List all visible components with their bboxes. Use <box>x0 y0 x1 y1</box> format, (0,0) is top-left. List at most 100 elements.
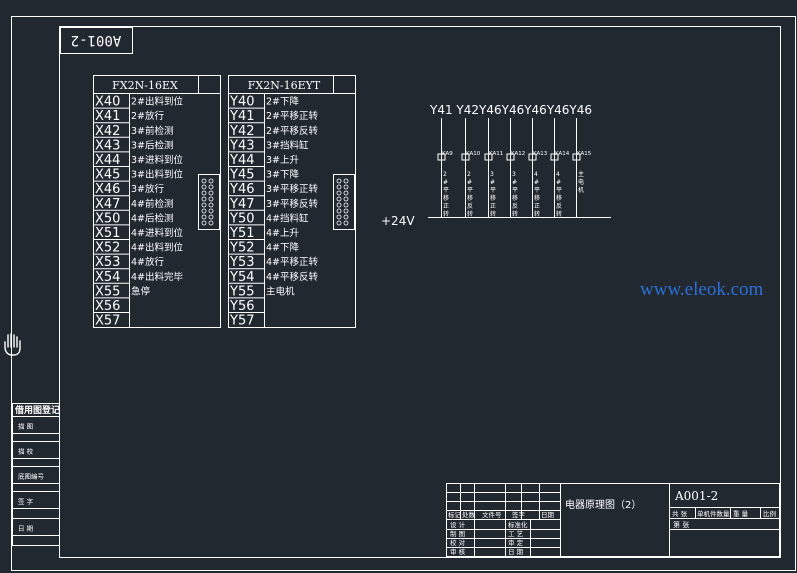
plc1-address: X43 <box>95 138 120 153</box>
plc1-description: 4#出料完毕 <box>131 271 184 283</box>
plc1-address: X55 <box>95 284 120 299</box>
plc1-address: X53 <box>95 255 120 270</box>
revision-header: 文件号 <box>482 510 502 519</box>
plc2-description: 2#下降 <box>266 96 300 108</box>
terminal-pin <box>343 178 349 184</box>
plc2-description: 4#挡料缸 <box>266 212 309 224</box>
plc1-address: X44 <box>95 153 120 168</box>
terminal-pin <box>343 214 349 220</box>
plc2-address: Y56 <box>229 299 254 314</box>
plc2-description: 3#上升 <box>266 155 300 166</box>
supply-voltage-label: +24V <box>381 214 415 228</box>
plc-input-rows: X40 2#出料到位 X41 2#放行 X42 3#前检测 X43 3#后检测 X44 3#进料到… <box>93 95 184 329</box>
rotated-code-text: A001-2 <box>71 32 122 48</box>
relay-description: 2 #平移反转 <box>467 171 473 218</box>
relay-tag: KA11 <box>489 151 503 157</box>
plc2-address: Y57 <box>229 314 254 329</box>
relay-description: 主电机 <box>578 170 584 194</box>
plc-output-terminal-strip <box>333 174 355 230</box>
terminal-pin <box>343 220 349 226</box>
plc-input-terminal-strip <box>198 174 220 230</box>
plc2-address: Y54 <box>229 270 254 285</box>
register-row-label: 日 期 <box>18 525 34 533</box>
revision-header: 标记 <box>448 510 462 519</box>
terminal-pin <box>343 190 349 196</box>
plc1-description: 3#出料到位 <box>131 169 184 181</box>
relay-tag: KA14 <box>555 151 570 157</box>
approval-role-secondary: 审 定 <box>508 538 524 547</box>
terminal-pin <box>208 208 214 214</box>
terminal-pin <box>208 214 214 220</box>
plc1-address: X46 <box>95 182 120 197</box>
relay-tag: KA10 <box>466 151 481 157</box>
plc-module-output: FX2N-16EYT Y40 2#下降 Y41 2#平移正转 Y42 2#平移反转 Y43 3… <box>228 75 356 329</box>
terminal-pin <box>201 220 207 226</box>
plc1-description: 4#出料到位 <box>131 242 184 254</box>
sheet-label: 第 张 <box>673 520 689 529</box>
plc2-description: 主电机 <box>266 285 295 297</box>
approval-role: 审 核 <box>450 547 466 556</box>
terminal-pin <box>336 190 342 196</box>
terminal-pin <box>336 214 342 220</box>
terminal-pin <box>208 190 214 196</box>
plc2-address: Y51 <box>229 226 254 241</box>
relay-tag: KA9 <box>442 151 453 157</box>
plc2-description: 3#平移反转 <box>266 198 319 210</box>
plc1-description: 4#后检测 <box>131 212 174 224</box>
relay-tag: KA12 <box>511 151 525 157</box>
terminal-pin <box>201 190 207 196</box>
plc2-description: 4#平移正转 <box>266 256 319 268</box>
approval-role-secondary: 日 期 <box>508 548 524 556</box>
plc1-address: X51 <box>95 226 120 241</box>
terminal-pin <box>208 220 214 226</box>
terminal-pin <box>336 208 342 214</box>
plc1-description: 3#前检测 <box>131 125 174 137</box>
plc2-address: Y55 <box>229 284 254 299</box>
terminal-pin <box>208 178 214 184</box>
approval-role: 校 对 <box>450 538 466 547</box>
title-block: 标记 处数 文件号 签字 日期设 计 标准化制 图 工 艺校 对 审 定审 核 日 期 电器原理… <box>446 483 780 557</box>
terminal-pin <box>336 184 342 190</box>
relay-description: 4 #平移反转 <box>556 171 562 218</box>
drawing-title: 电器原理图（2） <box>565 498 641 511</box>
terminal-pin <box>201 214 207 220</box>
plc2-description: 3#平移正转 <box>266 183 319 195</box>
plc1-address: X54 <box>95 270 120 285</box>
terminal-pin <box>343 196 349 202</box>
plc1-description: 4#前检测 <box>131 198 174 210</box>
terminal-pin <box>336 178 342 184</box>
plc2-address: Y40 <box>229 95 254 110</box>
title-block-header: 比例 <box>763 509 776 518</box>
terminal-pin <box>201 202 207 208</box>
plc1-address: X45 <box>95 168 120 183</box>
plc2-description: 3#挡料缸 <box>266 139 309 151</box>
plc2-description: 3#下降 <box>266 169 300 181</box>
register-row-label: 底图编号 <box>18 472 45 481</box>
plc2-description: 2#平移反转 <box>266 125 319 137</box>
plc1-description: 4#放行 <box>131 256 165 268</box>
plc1-address: X50 <box>95 211 120 226</box>
approval-role-secondary: 标准化 <box>508 520 528 529</box>
revision-header: 处数 <box>462 510 476 519</box>
plc1-address: X41 <box>95 109 120 124</box>
plc2-description: 4#平移反转 <box>266 271 319 283</box>
rotated-code-box: A001-2 <box>60 27 133 54</box>
plc-output-model: FX2N-16EYT <box>248 79 321 92</box>
revision-header: 签字 <box>512 510 526 519</box>
plc2-description: 2#平移正转 <box>266 110 319 122</box>
register-row-label: 描 图 <box>18 422 33 431</box>
plc1-description: 3#进料到位 <box>131 154 184 166</box>
terminal-pin <box>343 208 349 214</box>
relay-tag: KA13 <box>533 151 548 157</box>
hand-cursor-icon <box>4 333 21 356</box>
title-block-header: 重 量 <box>733 510 749 518</box>
plc2-address: Y52 <box>229 241 254 256</box>
plc1-address: X42 <box>95 124 120 139</box>
plc2-description: 4#上升 <box>266 228 300 239</box>
relay-description: 4 #平移正转 <box>534 171 540 218</box>
plc-module-input: FX2N-16EX X40 2#出料到位 X41 2#放行 X42 3#前检测 X43 3#后… <box>93 75 221 329</box>
plc1-address: X56 <box>95 299 120 314</box>
relay-description: 2 #平移正转 <box>443 171 449 218</box>
relay-description: 3 #平移反转 <box>512 171 518 218</box>
register-row-label: 签 字 <box>18 497 34 506</box>
